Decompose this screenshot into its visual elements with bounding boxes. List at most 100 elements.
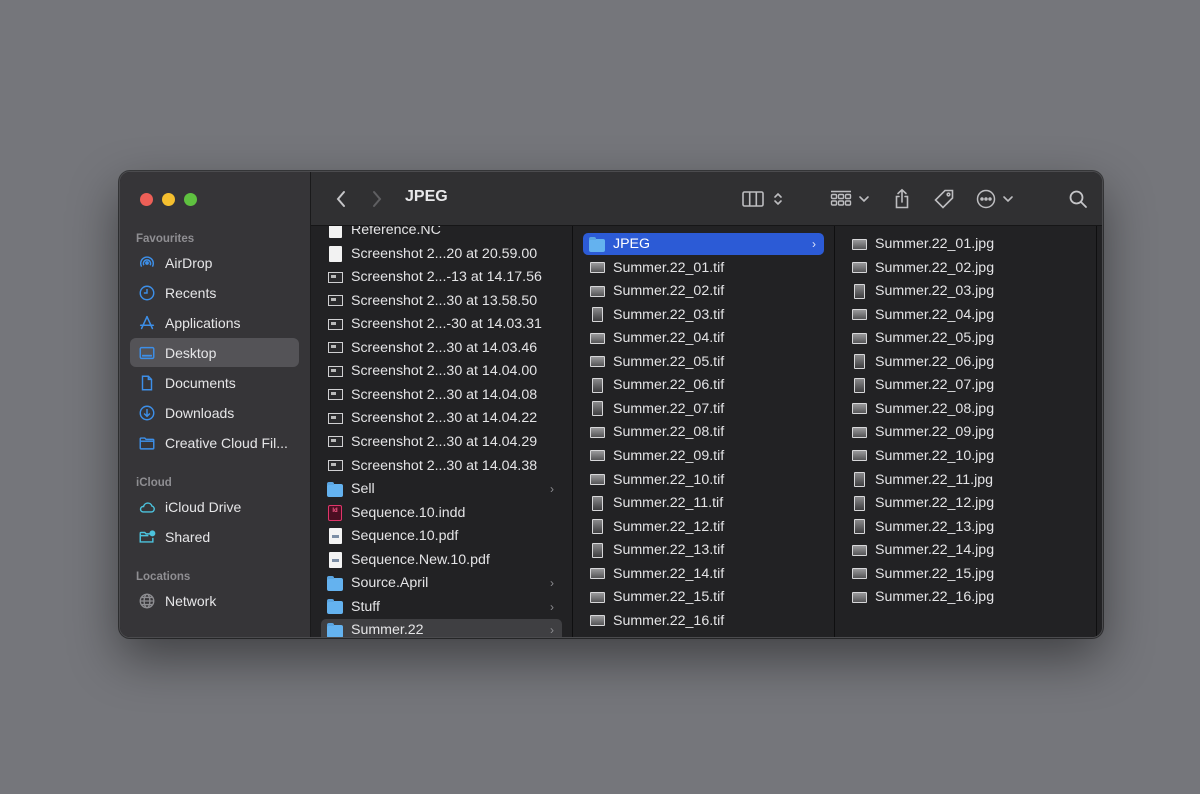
image-thumbnail-glyph bbox=[851, 591, 867, 603]
file-row[interactable]: Screenshot 2...30 at 14.03.46 bbox=[321, 337, 562, 359]
sidebar: Favourites AirDrop Recents Applications … bbox=[120, 172, 311, 637]
image-thumbnail-glyph bbox=[589, 474, 605, 485]
file-row[interactable]: Screenshot 2...20 at 20.59.00 bbox=[321, 243, 562, 265]
sidebar-item-airdrop[interactable]: AirDrop bbox=[130, 248, 299, 277]
sidebar-item-network[interactable]: Network bbox=[130, 586, 299, 615]
folder-glyph bbox=[327, 599, 343, 615]
item-label: Sequence.10.pdf bbox=[351, 528, 459, 545]
image-thumbnail-icon bbox=[589, 495, 605, 511]
screenshot-thumbnail-icon bbox=[327, 458, 343, 474]
column-summer22[interactable]: JPEG › Summer.22_01.tif Summer.22_02.tif Sum… bbox=[573, 226, 835, 637]
folder-row[interactable]: Sell › bbox=[321, 478, 562, 500]
file-row[interactable]: Screenshot 2...-13 at 14.17.56 bbox=[321, 266, 562, 288]
sidebar-item-downloads[interactable]: Downloads bbox=[130, 398, 299, 427]
file-row[interactable]: Reference.NC bbox=[321, 226, 562, 241]
file-row[interactable]: Sequence.New.10.pdf bbox=[321, 549, 562, 571]
folder-row[interactable]: Summer.22 › bbox=[321, 619, 562, 637]
file-row[interactable]: Summer.22_16.tif bbox=[583, 610, 824, 632]
file-row[interactable]: Summer.22_13.jpg bbox=[845, 516, 1086, 538]
file-row[interactable]: Screenshot 2...30 at 14.04.08 bbox=[321, 384, 562, 406]
folder-row[interactable]: JPEG › bbox=[583, 233, 824, 255]
file-row[interactable]: Screenshot 2...30 at 14.04.00 bbox=[321, 360, 562, 382]
file-row[interactable]: Summer.22_01.jpg bbox=[845, 233, 1086, 255]
chevron-down-icon bbox=[859, 196, 869, 203]
screenshot-thumbnail-icon bbox=[327, 316, 343, 332]
search-icon bbox=[1069, 190, 1087, 208]
file-row[interactable]: Summer.22_13.tif bbox=[583, 539, 824, 561]
file-row[interactable]: Summer.22_10.jpg bbox=[845, 445, 1086, 467]
file-row[interactable]: Summer.22_11.tif bbox=[583, 492, 824, 514]
item-label: Stuff bbox=[351, 598, 380, 615]
image-thumbnail-icon bbox=[851, 448, 867, 464]
chevron-left-icon bbox=[336, 191, 345, 207]
folder-glyph bbox=[589, 236, 605, 252]
file-row[interactable]: Screenshot 2...-30 at 14.03.31 bbox=[321, 313, 562, 335]
sidebar-item-label: Creative Cloud Fil... bbox=[165, 434, 288, 451]
file-row[interactable]: Summer.22_12.tif bbox=[583, 516, 824, 538]
network-globe-icon bbox=[137, 591, 157, 611]
file-row[interactable]: Summer.22_02.tif bbox=[583, 280, 824, 302]
file-row[interactable]: Summer.22_06.tif bbox=[583, 374, 824, 396]
file-row[interactable]: Summer.22_14.jpg bbox=[845, 539, 1086, 561]
search-button[interactable] bbox=[1065, 186, 1091, 212]
screenshot-thumbnail-icon bbox=[327, 363, 343, 379]
item-label: Screenshot 2...-13 at 14.17.56 bbox=[351, 269, 542, 286]
sidebar-item-icloud-drive[interactable]: iCloud Drive bbox=[130, 492, 299, 521]
file-row[interactable]: Summer.22_11.jpg bbox=[845, 469, 1086, 491]
file-row[interactable]: Summer.22_01.tif bbox=[583, 257, 824, 279]
column-desktop[interactable]: Reference.NC Screenshot 2...20 at 20.59.0… bbox=[311, 226, 573, 637]
folder-icon bbox=[327, 481, 343, 497]
file-row[interactable]: Summer.22_07.tif bbox=[583, 398, 824, 420]
file-row[interactable]: Summer.22_12.jpg bbox=[845, 492, 1086, 514]
file-row[interactable]: Summer.22_05.jpg bbox=[845, 327, 1086, 349]
sidebar-item-documents[interactable]: Documents bbox=[130, 368, 299, 397]
sidebar-item-shared[interactable]: Shared bbox=[130, 522, 299, 551]
item-label: Screenshot 2...-30 at 14.03.31 bbox=[351, 316, 542, 333]
folder-icon bbox=[327, 575, 343, 591]
sidebar-item-applications[interactable]: Applications bbox=[130, 308, 299, 337]
column-jpeg[interactable]: Summer.22_01.jpg Summer.22_02.jpg Summer.2… bbox=[835, 226, 1097, 637]
tag-button[interactable] bbox=[931, 186, 957, 212]
file-row[interactable]: Screenshot 2...30 at 14.04.38 bbox=[321, 455, 562, 477]
sidebar-item-recents[interactable]: Recents bbox=[130, 278, 299, 307]
file-row[interactable]: Screenshot 2...30 at 14.04.22 bbox=[321, 407, 562, 429]
sidebar-item-creative-cloud[interactable]: Creative Cloud Fil... bbox=[130, 428, 299, 457]
group-button[interactable] bbox=[829, 186, 871, 212]
file-row[interactable]: Summer.22_02.jpg bbox=[845, 257, 1086, 279]
file-row[interactable]: Summer.22_10.tif bbox=[583, 469, 824, 491]
minimize-window-button[interactable] bbox=[162, 193, 175, 206]
image-thumbnail-icon bbox=[851, 260, 867, 276]
close-window-button[interactable] bbox=[140, 193, 153, 206]
file-row[interactable]: Summer.22_03.jpg bbox=[845, 280, 1086, 302]
zoom-window-button[interactable] bbox=[184, 193, 197, 206]
share-button[interactable] bbox=[889, 186, 915, 212]
file-row[interactable]: Summer.22_03.tif bbox=[583, 304, 824, 326]
forward-button[interactable] bbox=[365, 186, 389, 212]
file-row[interactable]: Screenshot 2...30 at 14.04.29 bbox=[321, 431, 562, 453]
file-row[interactable]: Summer.22_08.tif bbox=[583, 421, 824, 443]
sidebar-item-desktop[interactable]: Desktop bbox=[130, 338, 299, 367]
image-thumbnail-glyph bbox=[591, 377, 603, 393]
file-row[interactable]: Summer.22_05.tif bbox=[583, 351, 824, 373]
file-row[interactable]: Summer.22_15.tif bbox=[583, 586, 824, 608]
view-mode-button[interactable] bbox=[739, 186, 787, 212]
file-row[interactable]: Sequence.10.pdf bbox=[321, 525, 562, 547]
more-actions-button[interactable] bbox=[971, 186, 1019, 212]
file-row[interactable]: Screenshot 2...30 at 13.58.50 bbox=[321, 290, 562, 312]
folder-row[interactable]: Source.April › bbox=[321, 572, 562, 594]
file-row[interactable]: Id Sequence.10.indd bbox=[321, 502, 562, 524]
file-row[interactable]: Summer.22_09.tif bbox=[583, 445, 824, 467]
file-row[interactable]: Summer.22_04.jpg bbox=[845, 304, 1086, 326]
file-row[interactable]: Summer.22_08.jpg bbox=[845, 398, 1086, 420]
file-row[interactable]: Summer.22_15.jpg bbox=[845, 563, 1086, 585]
document-icon bbox=[137, 373, 157, 393]
back-button[interactable] bbox=[329, 186, 353, 212]
file-row[interactable]: Summer.22_14.tif bbox=[583, 563, 824, 585]
item-label: Screenshot 2...30 at 14.04.29 bbox=[351, 433, 538, 450]
file-row[interactable]: Summer.22_09.jpg bbox=[845, 421, 1086, 443]
folder-row[interactable]: Stuff › bbox=[321, 596, 562, 618]
file-row[interactable]: Summer.22_07.jpg bbox=[845, 374, 1086, 396]
file-row[interactable]: Summer.22_16.jpg bbox=[845, 586, 1086, 608]
file-row[interactable]: Summer.22_06.jpg bbox=[845, 351, 1086, 373]
file-row[interactable]: Summer.22_04.tif bbox=[583, 327, 824, 349]
